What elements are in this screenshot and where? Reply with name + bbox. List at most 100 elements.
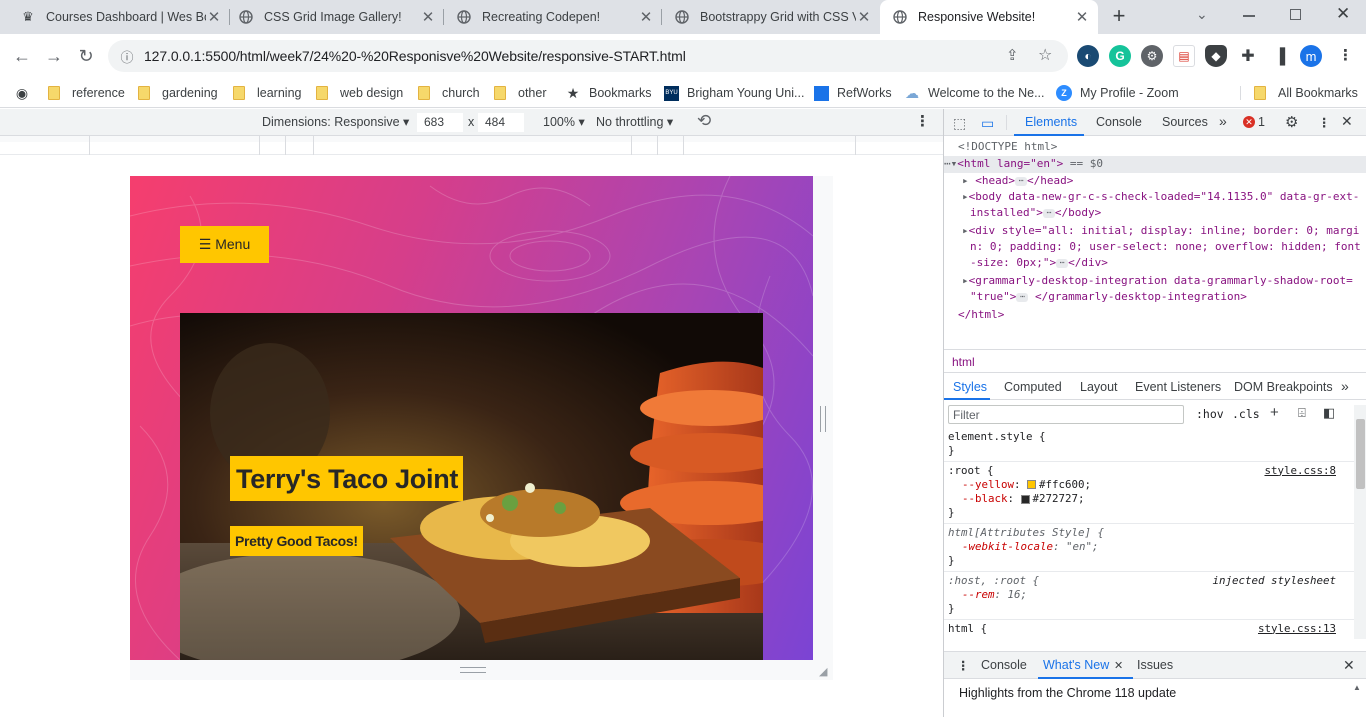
tab-elements[interactable]: Elements	[1025, 115, 1077, 129]
close-icon[interactable]: ✕	[638, 9, 654, 26]
tab-bootstrappy-grid[interactable]: Bootstrappy Grid with CSS V ✕	[662, 0, 880, 34]
site-info-icon[interactable]: ⓘ	[116, 45, 138, 67]
ruler-mark[interactable]	[285, 136, 286, 155]
shield-icon[interactable]: ◆	[1205, 45, 1227, 67]
ruler-mark[interactable]	[259, 136, 260, 155]
bookmark-star-icon[interactable]: ☆	[1038, 45, 1052, 65]
drawer-scroll-up-icon[interactable]: ▲	[1353, 683, 1361, 692]
close-icon[interactable]: ✕	[420, 9, 436, 26]
bookmark-bookmarks[interactable]: ★ Bookmarks	[565, 82, 652, 104]
dom-doctype[interactable]: <!DOCTYPE html>	[958, 139, 1057, 156]
rotate-icon[interactable]: ⟲	[697, 111, 711, 131]
tab-responsive-website[interactable]: Responsive Website! ✕	[880, 0, 1098, 34]
ruler-mark[interactable]	[855, 136, 856, 155]
paint-brush-icon[interactable]: ⌹	[1298, 405, 1306, 421]
minimize-button[interactable]	[1243, 15, 1255, 17]
sidebar-toggle-icon[interactable]: ◧	[1323, 405, 1335, 421]
close-icon[interactable]: ✕	[1074, 9, 1090, 26]
error-icon[interactable]: ✕	[1243, 116, 1255, 128]
inspect-icon[interactable]: ⬚	[953, 115, 966, 132]
tab-styles[interactable]: Styles	[953, 380, 987, 394]
viewport-right-resizer[interactable]	[813, 176, 833, 680]
tab-layout[interactable]: Layout	[1080, 380, 1118, 394]
styles-filter-input[interactable]: Filter	[948, 405, 1184, 424]
bookmark-byu[interactable]: BYU Brigham Young Uni...	[664, 82, 804, 104]
address-bar[interactable]: ⓘ 127.0.0.1:5500/html/week7/24%20-%20Res…	[108, 40, 1068, 72]
devtools-menu-icon[interactable]: ⋮	[1318, 115, 1331, 130]
tab-css-grid-gallery[interactable]: CSS Grid Image Gallery! ✕	[226, 0, 444, 34]
zoom-dropdown[interactable]: 100% ▾	[543, 114, 585, 129]
color-swatch[interactable]	[1020, 494, 1030, 504]
extensions-puzzle-icon[interactable]: ✚	[1237, 45, 1259, 67]
color-swatch[interactable]	[1027, 480, 1037, 490]
drawer-menu-icon[interactable]: ⋮	[957, 658, 970, 673]
side-panel-icon[interactable]: ▐	[1269, 45, 1291, 67]
menu-button[interactable]: ☰ Menu	[180, 226, 269, 263]
tab-computed[interactable]: Computed	[1004, 380, 1062, 394]
dimensions-dropdown[interactable]: Dimensions: Responsive ▾	[262, 114, 409, 129]
corner-resize-icon[interactable]: ◢	[819, 665, 827, 678]
width-input[interactable]: 683	[417, 113, 463, 132]
ruler-mark[interactable]	[683, 136, 684, 155]
source-link[interactable]: style.css:8	[1264, 464, 1336, 478]
forward-button[interactable]: →	[40, 42, 68, 70]
viewport-bottom-resizer[interactable]: ◢	[130, 660, 833, 680]
hov-toggle[interactable]: :hov	[1196, 407, 1224, 421]
close-whats-new-icon[interactable]: ✕	[1114, 659, 1123, 672]
rule-html[interactable]: html {style.css:13	[944, 620, 1354, 638]
tab-console[interactable]: Console	[1096, 115, 1142, 129]
ruler-mark[interactable]	[313, 136, 314, 155]
bookmark-folder-church[interactable]: church	[418, 82, 480, 104]
back-button[interactable]: ←	[8, 42, 36, 70]
new-rule-icon[interactable]: +	[1270, 404, 1279, 421]
scroll-thumb[interactable]	[1356, 419, 1365, 489]
drawer-tab-console[interactable]: Console	[981, 658, 1027, 672]
rule-host-root[interactable]: :host, :root {injected stylesheet --rem:…	[944, 572, 1354, 620]
menu-kebab-icon[interactable]: ⋮	[1338, 46, 1353, 64]
bookmark-folder-other[interactable]: other	[494, 82, 547, 104]
restore-button[interactable]	[1290, 9, 1301, 20]
rule-attributes-style[interactable]: html[Attributes Style] { -webkit-locale:…	[944, 524, 1354, 572]
device-toggle-icon[interactable]: ▭	[981, 115, 994, 132]
close-window-button[interactable]: ✕	[1336, 4, 1350, 24]
height-input[interactable]: 484	[478, 113, 524, 132]
ruler-mark[interactable]	[631, 136, 632, 155]
drawer-tab-whats-new[interactable]: What's New	[1043, 658, 1109, 672]
close-drawer-icon[interactable]: ✕	[1343, 657, 1355, 674]
tab-event-listeners[interactable]: Event Listeners	[1135, 380, 1221, 394]
dom-html-close[interactable]: </html>	[958, 307, 1004, 324]
ruler-mark[interactable]	[89, 136, 90, 155]
bookmark-refworks[interactable]: RefWorks	[814, 82, 892, 104]
more-tabs-icon[interactable]: »	[1219, 113, 1227, 129]
bookmark-folder-learning[interactable]: learning	[233, 82, 301, 104]
bookmark-folder-gardening[interactable]: gardening	[138, 82, 218, 104]
share-icon[interactable]: ⇪	[1006, 46, 1019, 64]
extension-gear-icon[interactable]: ⚙	[1141, 45, 1163, 67]
dom-grammarly[interactable]: ▸<grammarly-desktop-integration data-gra…	[962, 273, 1353, 290]
tab-courses-dashboard[interactable]: ♛ Courses Dashboard | Wes Bo ✕	[8, 0, 230, 34]
reload-button[interactable]: ↻	[72, 42, 100, 70]
extension-calendar-icon[interactable]: ▤	[1173, 45, 1195, 67]
ruler-mark[interactable]	[657, 136, 658, 155]
rule-element-style[interactable]: element.style { }	[944, 428, 1354, 462]
bookmark-all-bookmarks[interactable]: All Bookmarks	[1254, 82, 1358, 104]
tab-dom-breakpoints[interactable]: DOM Breakpoints	[1234, 380, 1333, 394]
bookmark-folder-web-design[interactable]: web design	[316, 82, 403, 104]
tab-search-chevron-icon[interactable]: ⌄	[1196, 6, 1208, 23]
styles-scrollbar[interactable]	[1354, 405, 1366, 639]
apps-globe-icon[interactable]: ◉	[14, 82, 38, 104]
bookmark-welcome[interactable]: ☁ Welcome to the Ne...	[904, 82, 1045, 104]
tab-recreating-codepen[interactable]: Recreating Codepen! ✕	[444, 0, 662, 34]
profile-avatar[interactable]: m	[1300, 45, 1322, 67]
settings-gear-icon[interactable]: ⚙	[1285, 113, 1298, 131]
error-count[interactable]: 1	[1258, 115, 1265, 129]
bookmark-zoom[interactable]: Z My Profile - Zoom	[1056, 82, 1179, 104]
close-devtools-icon[interactable]: ✕	[1341, 113, 1353, 130]
grammarly-icon[interactable]: G	[1109, 45, 1131, 67]
cls-toggle[interactable]: .cls	[1232, 407, 1260, 421]
dom-body[interactable]: ▸<body data-new-gr-c-s-check-loaded="14.…	[962, 189, 1359, 206]
throttling-dropdown[interactable]: No throttling ▾	[596, 114, 673, 129]
more-style-tabs-icon[interactable]: »	[1341, 378, 1349, 394]
extension-globe-icon[interactable]: ◐	[1077, 45, 1099, 67]
drawer-tab-issues[interactable]: Issues	[1137, 658, 1173, 672]
